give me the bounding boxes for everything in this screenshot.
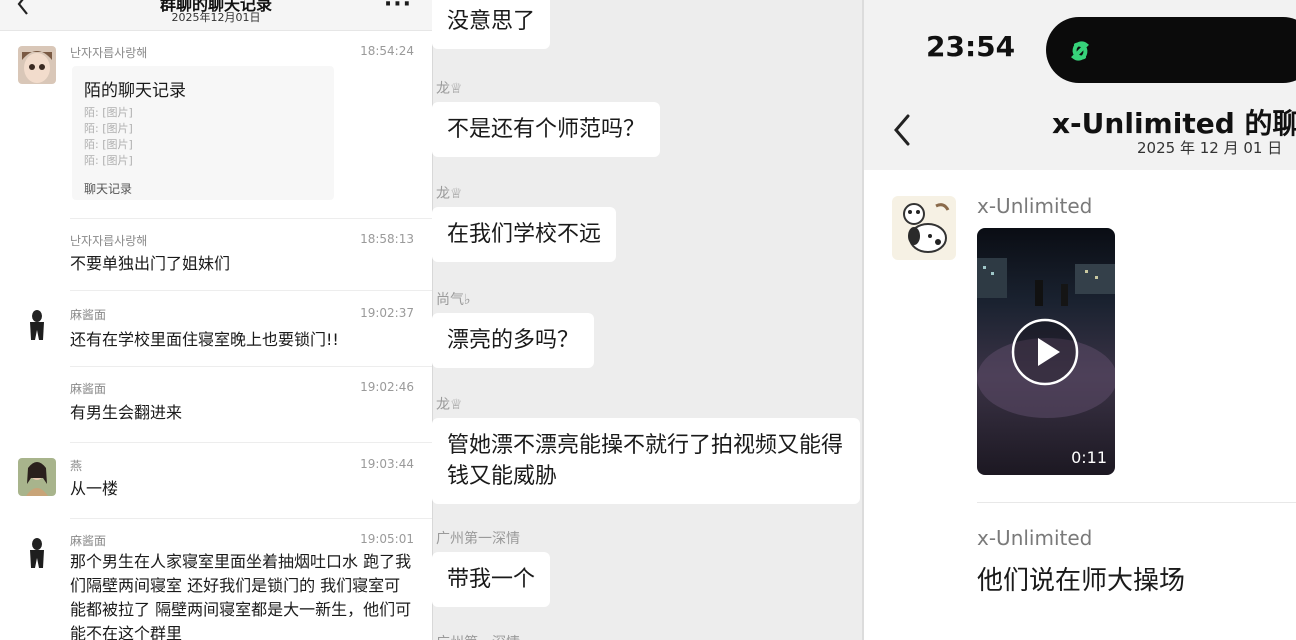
chat-date: 2025 年 12 月 01 日 [1137,139,1283,157]
message-time: 18:58:13 [360,232,414,246]
sender-name: 龙♕ [436,186,463,202]
message-time: 18:54:24 [360,44,414,58]
card-line: 陌: [图片] [84,106,133,119]
group-chat-history-panel: 群聊的聊天记录 2025年12月01日 ··· 난자자릅사랑해 18:54:24… [0,0,432,640]
avatar[interactable] [18,46,56,84]
sender-name: x-Unlimited [977,194,1093,218]
divider [70,218,432,219]
history-header: 群聊的聊天记录 2025年12月01日 ··· [0,0,432,31]
message-bubble[interactable]: 带我一个 [432,552,551,607]
message-bubble[interactable]: 在我们学校不远 [432,207,617,262]
message-time: 19:02:46 [360,380,414,394]
divider [977,502,1296,503]
history-message: 燕 19:03:44 从一楼 [0,454,432,519]
link-icon [1071,41,1089,61]
divider [70,290,432,291]
dynamic-island [1046,17,1296,83]
play-icon[interactable] [1011,318,1079,386]
message-bubble[interactable]: 漂亮的多吗？ [432,313,595,368]
message-text: 从一楼 [70,479,119,498]
sender-name: 龙♕ [436,397,463,413]
sender-name: 麻酱面 [70,308,107,322]
sender-name: 麻酱面 [70,382,107,396]
card-line: 陌: [图片] [84,122,133,135]
history-message: 난자자릅사랑해 18:54:24 陌的聊天记录 陌: [图片] 陌: [图片] … [0,40,432,220]
panel-separator [862,0,864,640]
message-bubble[interactable]: 不是还有个师范吗？ [432,102,661,157]
chat-title: x-Unlimited 的聊天 [1052,107,1296,140]
card-footer: 聊天记录 [84,182,133,196]
sender-name: 广州第一深情 [436,531,520,547]
more-options-icon[interactable]: ··· [384,0,412,17]
avatar[interactable] [892,196,956,260]
message-text: 那个男生在人家寝室里面坐着抽烟吐口水 跑了我们隔壁两间寝室 还好我们是锁门的 我… [70,552,412,640]
video-duration: 0:11 [1071,448,1107,467]
forwarded-chat-card[interactable]: 陌的聊天记录 陌: [图片] 陌: [图片] 陌: [图片] 陌: [图片] 聊… [72,66,334,200]
message-bubble[interactable]: 没意思了 [432,0,551,49]
divider [70,442,432,443]
divider [70,518,432,519]
message-time: 19:05:01 [360,532,414,546]
video-message[interactable]: 0:11 [977,228,1115,475]
history-message: 麻酱面 19:05:01 那个男生在人家寝室里面坐着抽烟吐口水 跑了我们隔壁两间… [0,530,432,640]
history-message: 난자자릅사랑해 18:58:13 不要单独出门了姐妹们 [0,228,432,292]
message-text: 他们说在师大操场 [977,566,1186,596]
card-line: 陌: [图片] [84,138,133,151]
sender-name: 난자자릅사랑해 [70,234,148,248]
message-text: 有男生会翻进来 [70,403,183,422]
sender-name: 广州第一深情 [436,632,520,640]
history-message: 麻酱面 19:02:46 有男生会翻进来 [0,378,432,443]
divider [70,366,432,367]
status-time: 23:54 [926,30,1016,63]
phone-header: 23:54 x-Unlimited 的聊天 2025 年 12 月 01 日 [862,0,1296,170]
sender-name: 麻酱面 [70,534,107,548]
sender-name: x-Unlimited [977,526,1093,550]
message-bubble[interactable]: 管她漂不漂亮能操不就行了拍视频又能得钱又能威胁 [432,418,860,504]
message-text: 还有在学校里面住寝室晚上也要锁门!! [70,330,339,349]
avatar[interactable] [18,306,56,344]
message-time: 19:03:44 [360,457,414,471]
card-line: 陌: [图片] [84,154,133,167]
avatar[interactable] [18,534,56,572]
card-title: 陌的聊天记录 [84,81,186,101]
history-date: 2025年12月01日 [171,11,261,24]
message-text: 不要单独出门了姐妹们 [70,254,231,273]
avatar[interactable] [18,458,56,496]
private-chat-history-panel: 23:54 x-Unlimited 的聊天 2025 年 12 月 01 日 x… [862,0,1296,640]
sender-name: 龙♕ [436,81,463,97]
sender-name: 尚气♭ [436,292,471,308]
message-time: 19:02:37 [360,306,414,320]
back-arrow-icon[interactable] [890,112,914,148]
sender-name: 燕 [70,459,83,473]
chat-screenshot-panel: 没意思了 龙♕ 不是还有个师范吗？ 龙♕ 在我们学校不远 尚气♭ 漂亮的多吗？ … [432,0,862,640]
history-message: 麻酱面 19:02:37 还有在学校里面住寝室晚上也要锁门!! [0,302,432,367]
sender-name: 난자자릅사랑해 [70,46,148,60]
